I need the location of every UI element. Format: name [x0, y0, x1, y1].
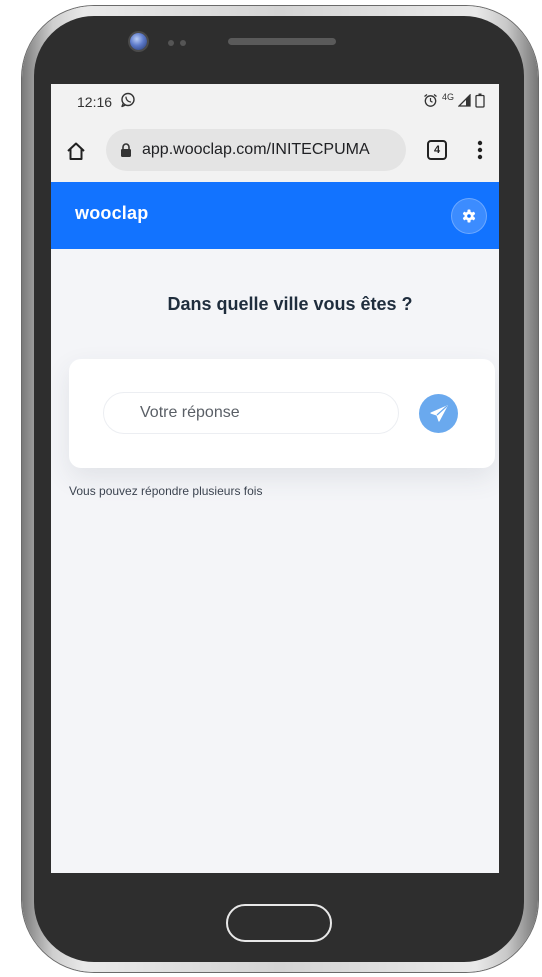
wooclap-logo: wooclap	[75, 203, 149, 223]
question-title: Dans quelle ville vous êtes ?	[167, 294, 413, 314]
tabs-icon[interactable]: 4	[427, 140, 447, 160]
sensor-dot	[180, 40, 186, 46]
network-type: 4G	[441, 92, 454, 102]
status-time: 12:16	[77, 94, 113, 110]
phone-home-button[interactable]	[226, 904, 332, 942]
alarm-icon	[424, 93, 437, 107]
hint-text: Vous pouvez répondre plusieurs fois	[69, 484, 263, 498]
status-bar: 12:16 4G	[51, 84, 499, 120]
whatsapp-icon	[121, 92, 135, 108]
lock-icon	[121, 143, 131, 157]
answer-input[interactable]	[103, 392, 399, 434]
url-text: app.wooclap.com/INITECPUMA	[142, 141, 370, 158]
app-header: wooclap	[51, 182, 499, 249]
status-icons: 4G	[423, 91, 485, 109]
signal-icon	[458, 93, 471, 107]
send-icon	[429, 404, 448, 422]
battery-icon	[475, 93, 485, 108]
gear-icon	[462, 209, 476, 223]
settings-button[interactable]	[451, 198, 487, 234]
phone-screen: 12:16 4G app.wooclap.com/INITECPUMA 4 wo…	[51, 84, 499, 873]
home-icon[interactable]	[65, 140, 87, 162]
sensor-dot	[168, 40, 174, 46]
speaker-grille	[228, 38, 336, 45]
browser-toolbar: app.wooclap.com/INITECPUMA 4	[51, 120, 499, 182]
menu-icon[interactable]	[475, 138, 485, 162]
answer-card	[69, 359, 495, 468]
camera-icon	[130, 33, 147, 50]
send-button[interactable]	[419, 394, 458, 433]
address-bar[interactable]: app.wooclap.com/INITECPUMA	[106, 129, 406, 171]
